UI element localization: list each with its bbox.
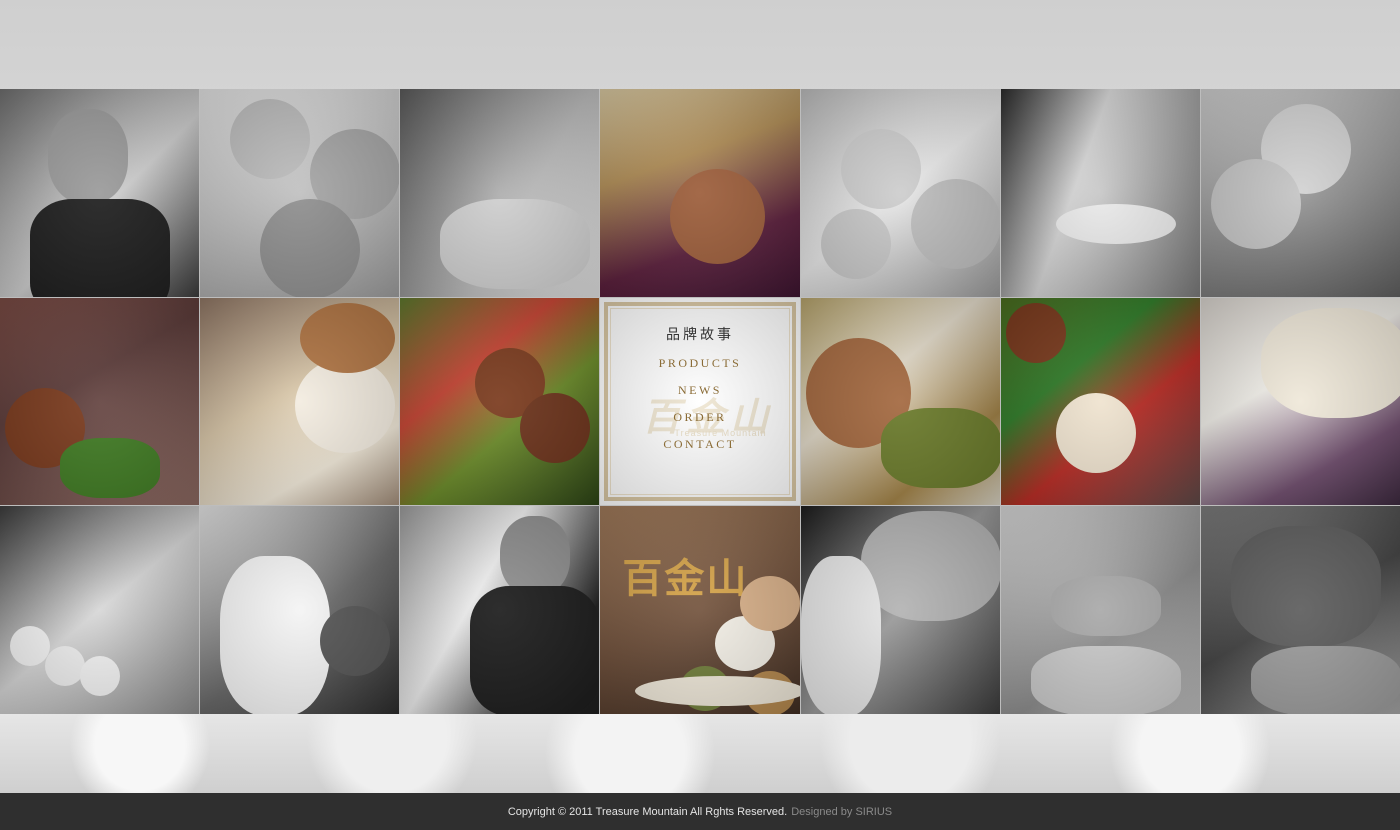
- designed-by-label: Designed by: [791, 805, 853, 818]
- photo-hands-shaping: [1000, 506, 1200, 714]
- photo-brand-product: 百金山: [600, 506, 800, 714]
- photo-meatballs-bowl: [800, 89, 1000, 297]
- photo-salad-meatballs: [400, 297, 600, 506]
- photo-grid: 百金山 Treasure Mountain 品牌故事 PRODUCTS NEWS…: [0, 89, 1400, 714]
- product-logo: 百金山: [622, 555, 749, 603]
- menu-item-order[interactable]: ORDER: [659, 410, 742, 425]
- photo-glass-bowl: [1200, 297, 1400, 506]
- photo-meatball-tray: [1200, 506, 1400, 714]
- photo-chef-smiling: [0, 89, 200, 297]
- photo-meatball-spoon: [600, 89, 800, 297]
- menu-item-news[interactable]: NEWS: [659, 383, 742, 398]
- photo-meatballs-pile: [200, 89, 400, 297]
- main-menu: 品牌故事 PRODUCTS NEWS ORDER CONTACT: [659, 324, 742, 464]
- photo-cook-focused: [800, 506, 1000, 714]
- photo-hands-mixing: [400, 89, 600, 297]
- photo-chef-cooking: [400, 506, 600, 714]
- photo-strainer-fishballs: [0, 506, 200, 714]
- copyright-text: Copyright © 2011 Treasure Mountain All R…: [507, 805, 788, 818]
- footer: Copyright © 2011 Treasure Mountain All R…: [0, 793, 1400, 830]
- photo-strainer-kitchen: [1000, 89, 1200, 297]
- photo-meatball-sauce: [800, 297, 1000, 506]
- menu-item-contact[interactable]: CONTACT: [659, 437, 742, 452]
- photo-meatball-soup: [200, 297, 400, 506]
- photo-grilled-meatballs-plate: [0, 297, 200, 506]
- navigation-panel: 百金山 Treasure Mountain 品牌故事 PRODUCTS NEWS…: [600, 297, 800, 506]
- photo-meatballs-basket: [1200, 89, 1400, 297]
- designer-link[interactable]: SIRIUS: [855, 806, 892, 818]
- background-photo-bottom: [0, 714, 1400, 793]
- menu-item-brand-story[interactable]: 品牌故事: [659, 324, 742, 344]
- menu-item-products[interactable]: PRODUCTS: [659, 356, 742, 371]
- designed-by-text: Designed by SIRIUS: [791, 806, 892, 818]
- photo-cooks-working: [200, 506, 400, 714]
- photo-peppers-fishball: [1000, 297, 1200, 506]
